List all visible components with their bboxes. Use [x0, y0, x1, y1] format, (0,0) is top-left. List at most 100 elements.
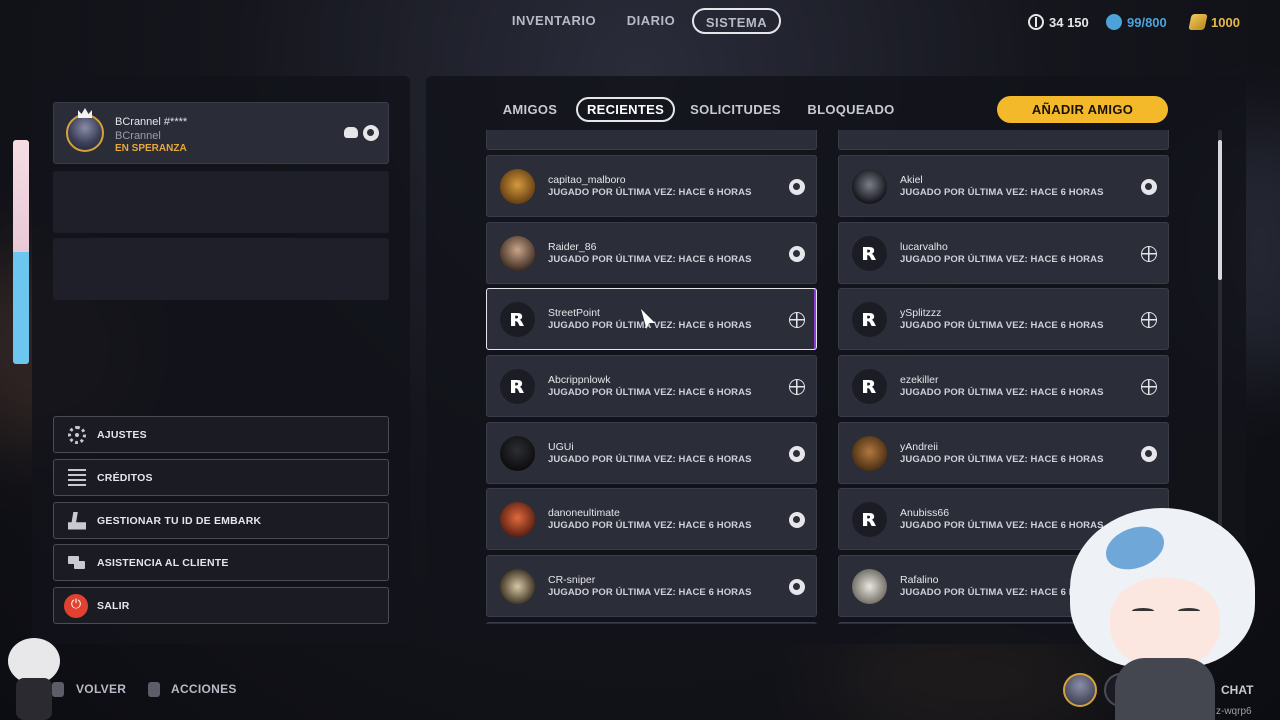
tab-bloqueado[interactable]: BLOQUEADO	[804, 97, 898, 122]
globe-icon	[1141, 379, 1157, 395]
key-hint-icon	[148, 682, 160, 697]
menu-ajustes-button[interactable]: AJUSTES	[53, 416, 389, 453]
id-card-icon	[68, 511, 86, 530]
list-item[interactable]: CR-sniper JUGADO POR ÚLTIMA VEZ: HACE 6 …	[486, 555, 817, 617]
list-item[interactable]	[486, 130, 817, 150]
friend-last-played: JUGADO POR ÚLTIMA VEZ: HACE 6 HORAS	[548, 387, 752, 398]
friend-name: Anubiss66	[900, 507, 950, 519]
friend-last-played: JUGADO POR ÚLTIMA VEZ: HACE 6 HORAS	[900, 387, 1104, 398]
empty-party-slot	[53, 171, 389, 233]
steam-icon	[789, 179, 805, 195]
friend-last-played: JUGADO POR ÚLTIMA VEZ: HACE 6 HORAS	[900, 187, 1104, 198]
currency-vres-value: 34 150	[1049, 14, 1089, 30]
friend-name: Abcrippnlowk	[548, 374, 611, 386]
steam-icon	[789, 512, 805, 528]
list-icon	[68, 468, 86, 487]
top-nav: INVENTARIO DIARIO SISTEMA 34 150 99/800 …	[0, 8, 1280, 36]
gold-bars-icon	[1188, 14, 1208, 30]
menu-support-button[interactable]: ASISTENCIA AL CLIENTE	[53, 544, 389, 581]
menu-creditos-button[interactable]: CRÉDITOS	[53, 459, 389, 496]
friend-last-played: JUGADO POR ÚLTIMA VEZ: HACE 6 HORAS	[548, 587, 752, 598]
add-friend-button[interactable]: AÑADIR AMIGO	[997, 96, 1168, 123]
chat-bubbles-icon	[68, 554, 86, 572]
friend-name: danoneultimate	[548, 507, 620, 519]
list-item[interactable]: ezekiller JUGADO POR ÚLTIMA VEZ: HACE 6 …	[838, 355, 1169, 417]
list-item[interactable]: StreetPoint JUGADO POR ÚLTIMA VEZ: HACE …	[486, 288, 817, 350]
currency-gold: 1000	[1188, 14, 1240, 30]
friend-last-played: JUGADO POR ÚLTIMA VEZ: HACE 6 HORAS	[548, 254, 752, 265]
friend-avatar	[500, 569, 535, 604]
friend-name: CR-sniper	[548, 574, 596, 586]
globe-icon	[789, 379, 805, 395]
friend-name: Rafalino	[900, 574, 939, 586]
friend-last-played: JUGADO POR ÚLTIMA VEZ: HACE 6 HORAS	[548, 187, 752, 198]
menu-salir-button[interactable]: SALIR	[53, 587, 389, 624]
friend-last-played: JUGADO POR ÚLTIMA VEZ: HACE 6 HORAS	[548, 454, 752, 465]
crown-icon	[78, 108, 92, 118]
menu-label: AJUSTES	[97, 428, 147, 441]
steam-icon	[789, 246, 805, 262]
embark-logo-icon	[852, 502, 887, 537]
menu-label: SALIR	[97, 599, 130, 612]
friend-avatar	[852, 436, 887, 471]
friend-name: yAndreii	[900, 441, 938, 453]
back-button[interactable]: VOLVER	[76, 682, 126, 696]
chat-button[interactable]: CHAT	[1221, 683, 1253, 697]
list-item[interactable]: Akiel JUGADO POR ÚLTIMA VEZ: HACE 6 HORA…	[838, 155, 1169, 217]
currency-vres: 34 150	[1028, 14, 1089, 30]
list-item[interactable]	[838, 130, 1169, 150]
empty-party-slot	[53, 238, 389, 300]
list-item[interactable]: lucarvalho JUGADO POR ÚLTIMA VEZ: HACE 6…	[838, 222, 1169, 284]
list-item[interactable]: danoneultimate JUGADO POR ÚLTIMA VEZ: HA…	[486, 488, 817, 550]
list-item[interactable]: Raider_86 JUGADO POR ÚLTIMA VEZ: HACE 6 …	[486, 222, 817, 284]
list-item[interactable]: Abcrippnlowk JUGADO POR ÚLTIMA VEZ: HACE…	[486, 355, 817, 417]
friend-name: ezekiller	[900, 374, 939, 386]
actions-button[interactable]: ACCIONES	[171, 682, 237, 696]
menu-label: GESTIONAR TU ID DE EMBARK	[97, 514, 262, 527]
menu-label: CRÉDITOS	[97, 471, 153, 484]
profile-status: EN SPERANZA	[115, 143, 187, 154]
list-item[interactable]	[486, 622, 817, 624]
tab-diario[interactable]: DIARIO	[616, 8, 686, 34]
friend-avatar	[852, 169, 887, 204]
currency-gold-value: 1000	[1211, 14, 1240, 30]
streamer-avatar-mini	[4, 638, 62, 720]
currency-multibucks: 99/800	[1106, 14, 1167, 30]
friend-name: ySplitzzz	[900, 307, 942, 319]
menu-label: ASISTENCIA AL CLIENTE	[97, 556, 229, 569]
embark-logo-icon	[852, 236, 887, 271]
user-tag: z-wqrp6	[1216, 706, 1252, 717]
tab-sistema[interactable]: SISTEMA	[692, 8, 781, 34]
side-color-bar	[13, 140, 29, 364]
steam-icon	[1141, 446, 1157, 462]
friend-last-played: JUGADO POR ÚLTIMA VEZ: HACE 6 HORAS	[900, 320, 1104, 331]
menu-embark-id-button[interactable]: GESTIONAR TU ID DE EMBARK	[53, 502, 389, 539]
globe-icon	[1141, 312, 1157, 328]
multibucks-icon	[1106, 14, 1122, 30]
friend-last-played: JUGADO POR ÚLTIMA VEZ: HACE 6 HORAS	[900, 454, 1104, 465]
friend-name: Akiel	[900, 174, 923, 186]
list-item[interactable]: UGUi JUGADO POR ÚLTIMA VEZ: HACE 6 HORAS	[486, 422, 817, 484]
embark-logo-icon	[852, 369, 887, 404]
power-icon	[64, 593, 88, 618]
friend-name: lucarvalho	[900, 241, 948, 253]
tab-amigos[interactable]: AMIGOS	[496, 97, 564, 122]
tab-recientes[interactable]: RECIENTES	[576, 97, 675, 122]
tab-solicitudes[interactable]: SOLICITUDES	[688, 97, 783, 122]
currency-multibucks-value: 99/800	[1127, 14, 1167, 30]
list-item[interactable]: ySplitzzz JUGADO POR ÚLTIMA VEZ: HACE 6 …	[838, 288, 1169, 350]
list-item[interactable]: yAndreii JUGADO POR ÚLTIMA VEZ: HACE 6 H…	[838, 422, 1169, 484]
discord-icon	[344, 127, 358, 138]
list-item[interactable]: capitao_malboro JUGADO POR ÚLTIMA VEZ: H…	[486, 155, 817, 217]
scrollbar-thumb[interactable]	[1218, 140, 1222, 280]
tab-inventario[interactable]: INVENTARIO	[505, 8, 603, 34]
profile-username: BCrannel	[115, 130, 161, 142]
globe-icon	[789, 312, 805, 328]
avatar	[66, 114, 104, 152]
profile-name: BCrannel #****	[115, 116, 188, 128]
globe-icon	[1141, 246, 1157, 262]
friend-avatar	[500, 502, 535, 537]
friend-avatar	[500, 436, 535, 471]
embark-logo-icon	[852, 302, 887, 337]
profile-card[interactable]: BCrannel #**** BCrannel EN SPERANZA	[53, 102, 389, 164]
